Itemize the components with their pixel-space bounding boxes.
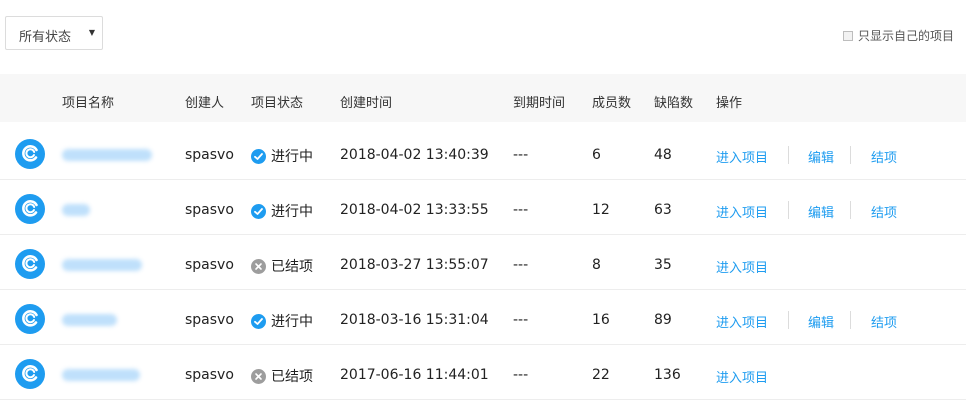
action-divider (850, 201, 851, 219)
member-count-cell: 22 (592, 367, 610, 383)
member-count-cell: 8 (592, 257, 601, 273)
enter-project-link[interactable]: 进入项目 (716, 367, 768, 386)
due-time-cell: --- (513, 257, 529, 273)
own-projects-checkbox[interactable]: 只显示自己的项目 (842, 27, 954, 44)
action-divider (788, 311, 789, 329)
enter-project-link[interactable]: 进入项目 (716, 312, 768, 331)
project-name-redacted[interactable] (62, 369, 140, 381)
created-time-cell: 2018-03-27 13:55:07 (340, 257, 489, 273)
close-circle-icon (251, 368, 266, 384)
project-logo-icon (15, 249, 45, 279)
status-cell: 已结项 (251, 256, 313, 276)
status-cell: 进行中 (251, 146, 313, 166)
project-name-redacted[interactable] (62, 314, 117, 326)
toolbar: 所有状态 ▼ 只显示自己的项目 (0, 0, 966, 70)
edit-project-link[interactable]: 编辑 (808, 312, 834, 331)
column-header-actions: 操作 (716, 96, 743, 111)
member-count-cell: 12 (592, 202, 610, 218)
due-time-cell: --- (513, 312, 529, 328)
status-label: 进行中 (271, 204, 313, 220)
project-name-redacted[interactable] (62, 259, 142, 271)
action-divider (788, 146, 789, 164)
column-header-members: 成员数 (592, 96, 632, 111)
checkbox-icon (842, 30, 853, 41)
created-time-cell: 2018-04-02 13:33:55 (340, 202, 489, 218)
action-divider (850, 311, 851, 329)
chevron-down-icon: ▼ (88, 28, 95, 37)
creator-cell: spasvo (185, 147, 234, 163)
column-header-due: 到期时间 (513, 96, 566, 111)
created-time-cell: 2018-03-16 15:31:04 (340, 312, 489, 328)
due-time-cell: --- (513, 147, 529, 163)
status-filter-select[interactable]: 所有状态 ▼ (5, 16, 103, 50)
created-time-cell: 2017-06-16 11:44:01 (340, 367, 489, 383)
member-count-cell: 16 (592, 312, 610, 328)
project-name-redacted[interactable] (62, 204, 90, 216)
table-row: spasvo 进行中 2018-04-02 13:40:39 --- 6 48 进入项目 编辑… (0, 129, 966, 180)
defect-count-cell: 136 (654, 367, 681, 383)
project-logo-icon (15, 139, 45, 169)
action-divider (850, 146, 851, 164)
project-name-redacted[interactable] (62, 149, 152, 161)
close-project-link[interactable]: 结项 (871, 312, 897, 331)
creator-cell: spasvo (185, 312, 234, 328)
status-filter-value: 所有状态 (19, 30, 72, 45)
enter-project-link[interactable]: 进入项目 (716, 147, 768, 166)
status-cell: 进行中 (251, 201, 313, 221)
column-header-creator: 创建人 (185, 96, 225, 111)
own-projects-label: 只显示自己的项目 (857, 29, 954, 43)
edit-project-link[interactable]: 编辑 (808, 147, 834, 166)
due-time-cell: --- (513, 202, 529, 218)
status-cell: 进行中 (251, 311, 313, 331)
column-header-created: 创建时间 (340, 96, 393, 111)
check-circle-icon (251, 203, 266, 219)
column-header-name: 项目名称 (62, 96, 115, 111)
member-count-cell: 6 (592, 147, 601, 163)
enter-project-link[interactable]: 进入项目 (716, 202, 768, 221)
defect-count-cell: 35 (654, 257, 672, 273)
action-divider (788, 201, 789, 219)
status-label: 进行中 (271, 314, 313, 330)
close-project-link[interactable]: 结项 (871, 147, 897, 166)
status-cell: 已结项 (251, 366, 313, 386)
table-header: 项目名称 创建人 项目状态 创建时间 到期时间 成员数 缺陷数 操作 (0, 74, 966, 122)
edit-project-link[interactable]: 编辑 (808, 202, 834, 221)
creator-cell: spasvo (185, 367, 234, 383)
defect-count-cell: 48 (654, 147, 672, 163)
table-row: spasvo 进行中 2018-03-16 15:31:04 --- 16 89 进入项目 编… (0, 294, 966, 345)
check-circle-icon (251, 313, 266, 329)
table-row: spasvo 已结项 2017-06-16 11:44:01 --- 22 136 进入项目 (0, 349, 966, 400)
status-label: 进行中 (271, 149, 313, 165)
project-logo-icon (15, 194, 45, 224)
column-header-defects: 缺陷数 (654, 96, 694, 111)
check-circle-icon (251, 148, 266, 164)
close-circle-icon (251, 258, 266, 274)
creator-cell: spasvo (185, 202, 234, 218)
column-header-status: 项目状态 (251, 96, 304, 111)
table-row: spasvo 已结项 2018-03-27 13:55:07 --- 8 35 进入项目 (0, 239, 966, 290)
project-logo-icon (15, 304, 45, 334)
status-label: 已结项 (271, 369, 313, 385)
table-row: spasvo 进行中 2018-04-02 13:33:55 --- 12 63 进入项目 编… (0, 184, 966, 235)
enter-project-link[interactable]: 进入项目 (716, 257, 768, 276)
defect-count-cell: 89 (654, 312, 672, 328)
status-label: 已结项 (271, 259, 313, 275)
defect-count-cell: 63 (654, 202, 672, 218)
due-time-cell: --- (513, 367, 529, 383)
close-project-link[interactable]: 结项 (871, 202, 897, 221)
creator-cell: spasvo (185, 257, 234, 273)
created-time-cell: 2018-04-02 13:40:39 (340, 147, 489, 163)
project-logo-icon (15, 359, 45, 389)
